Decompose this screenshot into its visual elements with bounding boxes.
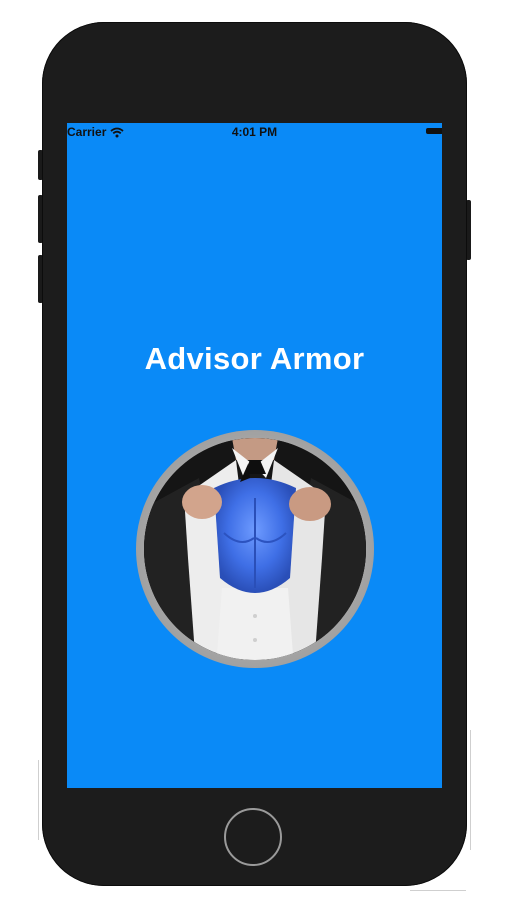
device-mockup: Carrier 4:01 PM Advisor Armor xyxy=(0,0,507,900)
app-screen: Carrier 4:01 PM Advisor Armor xyxy=(67,123,442,788)
sketch-line-left xyxy=(38,760,39,840)
app-title: Advisor Armor xyxy=(144,341,365,376)
hero-image-frame xyxy=(136,430,374,668)
sketch-line-right xyxy=(470,730,471,850)
battery-icon xyxy=(426,128,442,134)
hero-image xyxy=(144,438,366,660)
sketch-line-bottom xyxy=(410,890,466,891)
status-time: 4:01 PM xyxy=(231,125,278,139)
home-button[interactable] xyxy=(224,808,282,866)
superhero-chest-image xyxy=(144,438,366,660)
status-bar: Carrier 4:01 PM xyxy=(67,123,442,141)
